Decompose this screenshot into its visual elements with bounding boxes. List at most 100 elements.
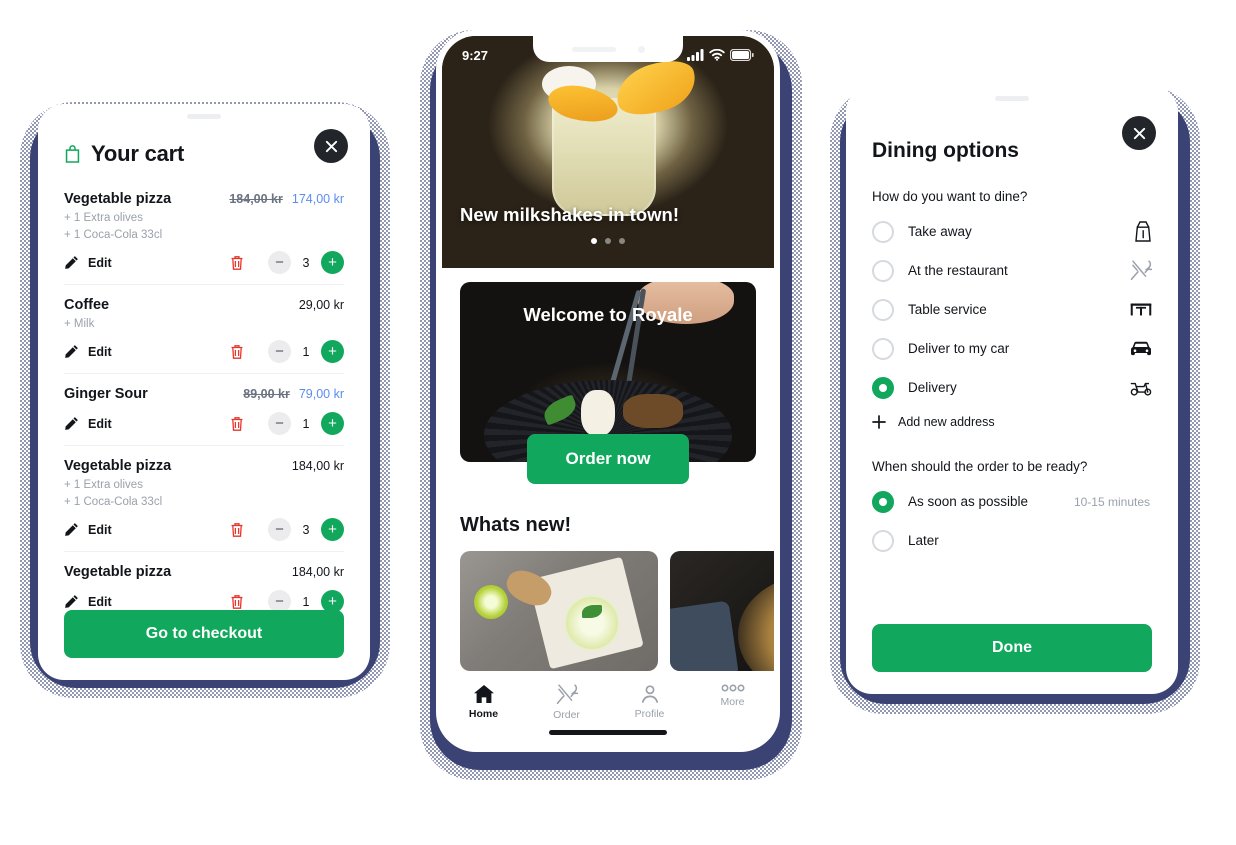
page-title: Your cart	[91, 141, 185, 166]
radio-button[interactable]	[872, 529, 894, 552]
decrease-quantity-button[interactable]: −	[268, 340, 291, 363]
status-time: 9:27	[462, 47, 489, 63]
decrease-quantity-button[interactable]: −	[268, 518, 291, 541]
radio-button[interactable]	[872, 337, 894, 360]
increase-quantity-button[interactable]: +	[321, 251, 344, 274]
dining-option-table-service[interactable]: Table service	[872, 290, 1152, 329]
quantity-value: 1	[302, 416, 310, 431]
carousel-dot[interactable]	[591, 238, 597, 244]
cart-item-controls: Edit −3 +	[64, 518, 344, 541]
drink-decoration	[564, 595, 620, 651]
increase-quantity-button[interactable]: +	[321, 518, 344, 541]
quantity-stepper: −1 +	[230, 340, 344, 363]
edit-label: Edit	[88, 522, 112, 537]
cart-item-addon: + 1 Coca-Cola 33cl	[64, 496, 163, 508]
cart-item-row: Vegetable pizza 184,00 kr 174,00 kr + 1 Ext…	[64, 187, 344, 285]
dining-option-delivery[interactable]: Delivery	[872, 368, 1152, 407]
table-service-icon	[1130, 300, 1152, 320]
cart-header: Your cart	[38, 119, 370, 167]
cart-item-row: Ginger Sour 89,00 kr 79,00 kr Edit −1 +	[64, 374, 344, 446]
add-address-wrap: Add new address	[846, 415, 1178, 429]
cart-item-price: 184,00 kr	[291, 459, 344, 473]
add-new-address-button[interactable]: Add new address	[872, 415, 1152, 429]
tab-more[interactable]: More	[691, 684, 774, 708]
shopping-bag-icon	[64, 144, 81, 164]
go-to-checkout-button[interactable]: Go to checkout	[64, 610, 344, 658]
pencil-icon	[64, 594, 79, 609]
cart-item-row: Vegetable pizza 184,00 kr + 1 Extra olives…	[64, 446, 344, 552]
edit-item-button[interactable]: Edit	[64, 255, 112, 270]
carousel-dot[interactable]	[619, 238, 625, 244]
tab-profile[interactable]: Profile	[608, 684, 691, 720]
carousel-dots	[591, 238, 625, 244]
cart-item-name: Vegetable pizza	[64, 564, 172, 580]
order-now-button[interactable]: Order now	[527, 434, 689, 484]
edit-item-button[interactable]: Edit	[64, 594, 112, 609]
radio-button[interactable]	[872, 376, 894, 399]
bottom-tab-bar: Home Order Profile More	[442, 674, 774, 746]
timing-option-later[interactable]: Later	[872, 521, 1152, 560]
home-icon	[473, 684, 495, 704]
cart-item-old-price: 184,00 kr	[229, 192, 283, 206]
dining-option-take-away[interactable]: Take away	[872, 212, 1152, 251]
cart-item-controls: Edit −1 +	[64, 340, 344, 363]
tab-order[interactable]: Order	[525, 684, 608, 721]
quantity-stepper: −3 +	[230, 251, 344, 274]
cart-item-header: Vegetable pizza 184,00 kr	[64, 458, 344, 474]
whats-new-card[interactable]	[460, 551, 658, 671]
hero-banner[interactable]: 9:27 New milkshakes in town!	[442, 36, 774, 268]
decrease-quantity-button[interactable]: −	[268, 251, 291, 274]
lime-decoration	[474, 585, 508, 619]
noodle-decoration	[581, 390, 616, 436]
trash-icon[interactable]	[230, 255, 244, 271]
radio-button[interactable]	[872, 220, 894, 243]
home-indicator	[549, 730, 667, 735]
trash-icon[interactable]	[230, 416, 244, 432]
cart-item-discount-price: 174,00 kr	[291, 192, 344, 206]
battery-icon	[730, 49, 754, 61]
radio-button[interactable]	[872, 490, 894, 513]
dining-options-sheet: Dining options How do you want to dine? …	[846, 86, 1178, 694]
cutlery-icon	[1130, 260, 1152, 281]
carousel-dot[interactable]	[605, 238, 611, 244]
dining-option-deliver-to-my-car[interactable]: Deliver to my car	[872, 329, 1152, 368]
quantity-stepper: −1 +	[230, 412, 344, 435]
edit-item-button[interactable]: Edit	[64, 344, 112, 359]
option-label: At the restaurant	[908, 263, 1008, 278]
increase-quantity-button[interactable]: +	[321, 340, 344, 363]
cart-item-header: Vegetable pizza 184,00 kr	[64, 564, 344, 580]
close-icon[interactable]	[1122, 116, 1156, 150]
increase-quantity-button[interactable]: +	[321, 412, 344, 435]
radio-button[interactable]	[872, 298, 894, 321]
radio-button[interactable]	[872, 259, 894, 282]
trash-icon[interactable]	[230, 522, 244, 538]
trash-icon[interactable]	[230, 594, 244, 610]
whats-new-card-list	[442, 537, 774, 671]
decrease-quantity-button[interactable]: −	[268, 412, 291, 435]
home-screen: 9:27 New milkshakes in town! Welcome to …	[442, 36, 774, 746]
option-label: Take away	[908, 224, 972, 239]
device-notch	[533, 36, 683, 62]
cart-item-list: Vegetable pizza 184,00 kr 174,00 kr + 1 Ext…	[38, 187, 370, 624]
trash-icon[interactable]	[230, 344, 244, 360]
quantity-value: 1	[302, 344, 310, 359]
timing-option-as-soon-as-possible[interactable]: As soon as possible 10-15 minutes	[872, 482, 1152, 521]
close-icon[interactable]	[314, 129, 348, 163]
tab-home[interactable]: Home	[442, 684, 525, 720]
dining-option-at-the-restaurant[interactable]: At the restaurant	[872, 251, 1152, 290]
welcome-section: Welcome to Royale Order now	[442, 268, 774, 484]
edit-label: Edit	[88, 416, 112, 431]
pan-decoration	[738, 575, 774, 671]
quantity-value: 1	[302, 594, 310, 609]
cart-item-name: Coffee	[64, 297, 110, 313]
hero-title: New milkshakes in town!	[460, 204, 679, 225]
quantity-value: 3	[302, 522, 310, 537]
edit-item-button[interactable]: Edit	[64, 522, 112, 537]
edit-label: Edit	[88, 594, 112, 609]
tab-label: Profile	[634, 708, 665, 720]
done-button[interactable]: Done	[872, 624, 1152, 672]
cart-item-addon: + Milk	[64, 318, 95, 330]
timing-option-list: As soon as possible 10-15 minutes Later	[846, 482, 1178, 560]
edit-item-button[interactable]: Edit	[64, 416, 112, 431]
whats-new-card[interactable]	[670, 551, 774, 671]
